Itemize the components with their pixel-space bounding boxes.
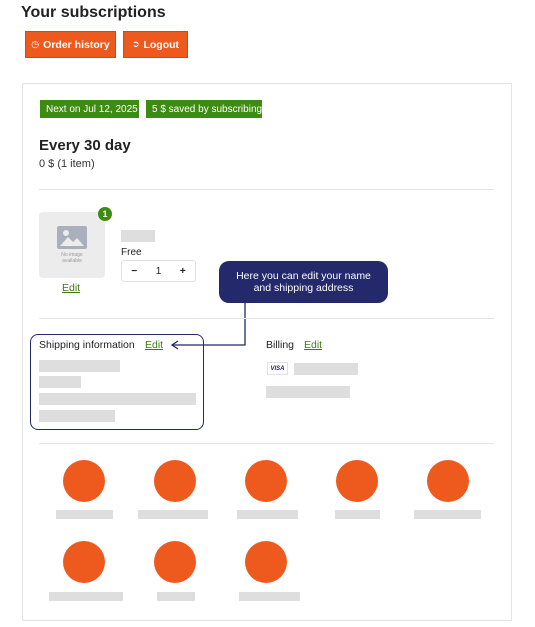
action-label-placeholder — [414, 510, 481, 519]
edit-product-link[interactable]: Edit — [62, 282, 80, 294]
action-button[interactable] — [63, 541, 105, 583]
product-price: Free — [121, 247, 142, 258]
action-button[interactable] — [427, 460, 469, 502]
action-button[interactable] — [245, 460, 287, 502]
edit-billing-link[interactable]: Edit — [304, 339, 322, 351]
action-button[interactable] — [245, 541, 287, 583]
shipping-name-placeholder — [39, 360, 120, 372]
action-button[interactable] — [336, 460, 378, 502]
action-label-placeholder — [237, 510, 298, 519]
subscription-summary: 0 $ (1 item) — [39, 158, 95, 170]
action-label-placeholder — [49, 592, 123, 601]
product-image: No image available — [39, 212, 105, 278]
page-title: Your subscriptions — [21, 4, 166, 21]
decrement-button[interactable]: − — [122, 266, 146, 277]
next-delivery-badge: Next on Jul 12, 2025 — [40, 100, 139, 118]
action-label-placeholder — [239, 592, 300, 601]
action-label-placeholder — [56, 510, 113, 519]
shipping-city-placeholder — [39, 410, 115, 422]
shipping-address-placeholder — [39, 393, 196, 405]
shipping-label: Shipping information — [39, 339, 135, 351]
action-button[interactable] — [154, 460, 196, 502]
logout-icon: ➲ — [131, 39, 140, 49]
action-button[interactable] — [63, 460, 105, 502]
action-label-placeholder — [157, 592, 195, 601]
subscription-frequency: Every 30 day — [39, 137, 131, 154]
divider — [39, 318, 494, 319]
edit-shipping-link[interactable]: Edit — [145, 339, 163, 351]
visa-card-icon: VISA — [267, 362, 288, 375]
action-label-placeholder — [335, 510, 380, 519]
image-placeholder-text: No image available — [61, 252, 83, 264]
action-label-placeholder — [138, 510, 208, 519]
callout-line-2: and shipping address — [253, 282, 354, 294]
billing-detail-placeholder — [266, 386, 350, 398]
image-placeholder-icon — [57, 226, 87, 249]
quantity-badge: 1 — [98, 207, 112, 221]
logout-label: Logout — [143, 38, 180, 51]
product-name-placeholder — [121, 230, 155, 242]
callout-tooltip: Here you can edit your name and shipping… — [219, 261, 388, 303]
quantity-stepper[interactable]: − 1 + — [121, 260, 196, 282]
action-button[interactable] — [154, 541, 196, 583]
callout-line-1: Here you can edit your name — [236, 270, 371, 282]
quantity-value[interactable]: 1 — [146, 266, 170, 277]
order-history-button[interactable]: ◷ Order history — [25, 31, 116, 58]
order-history-label: Order history — [43, 38, 110, 51]
divider — [39, 443, 494, 444]
savings-badge: 5 $ saved by subscribing — [146, 100, 262, 118]
logout-button[interactable]: ➲ Logout — [123, 31, 188, 58]
divider — [39, 189, 494, 190]
billing-label: Billing — [266, 339, 295, 351]
card-number-placeholder — [294, 363, 358, 375]
shipping-line-placeholder — [39, 376, 81, 388]
clock-icon: ◷ — [31, 39, 40, 49]
increment-button[interactable]: + — [171, 266, 195, 277]
